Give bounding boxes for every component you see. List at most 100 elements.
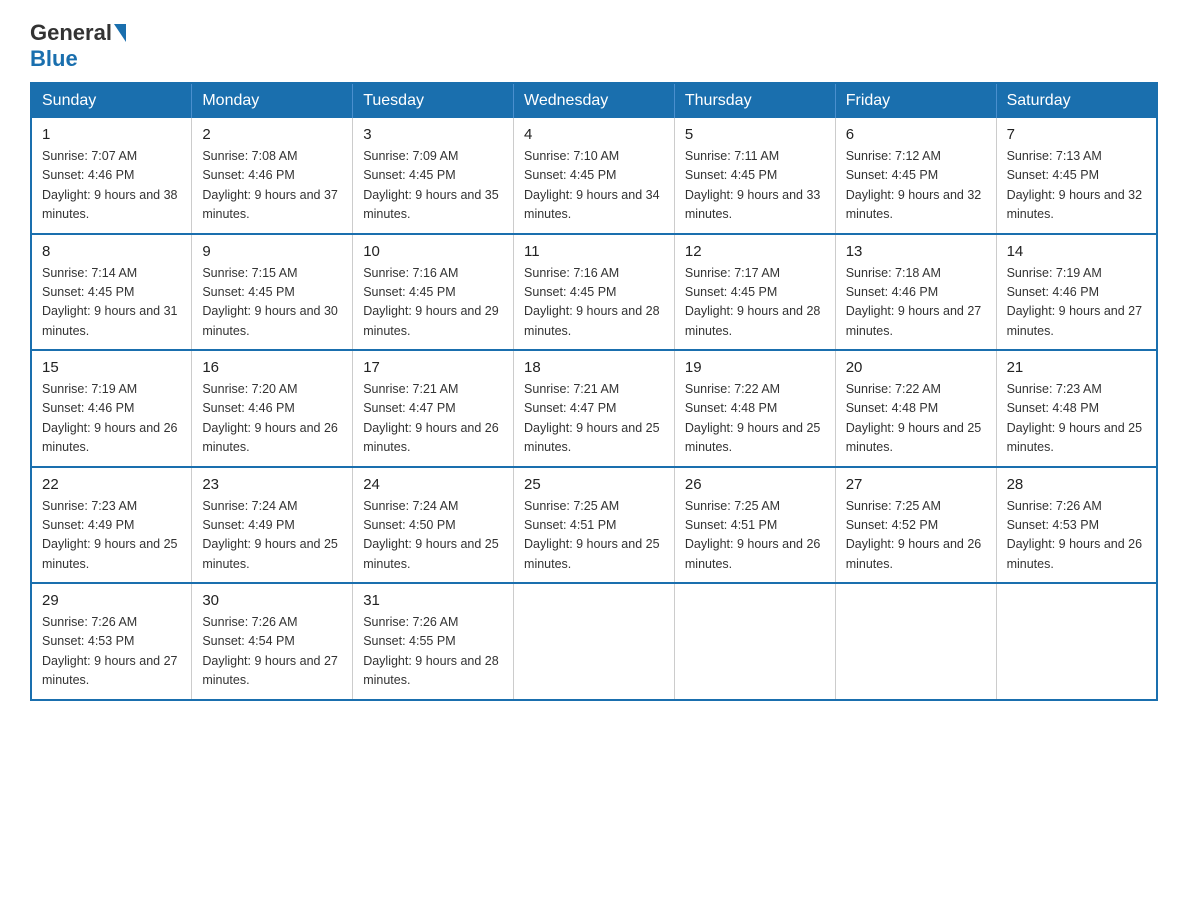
day-info: Sunrise: 7:14 AMSunset: 4:45 PMDaylight:… (42, 264, 181, 342)
day-number: 24 (363, 476, 503, 493)
day-number: 9 (202, 243, 342, 260)
calendar-cell: 27 Sunrise: 7:25 AMSunset: 4:52 PMDaylig… (835, 467, 996, 584)
day-number: 30 (202, 592, 342, 609)
day-info: Sunrise: 7:21 AMSunset: 4:47 PMDaylight:… (363, 380, 503, 458)
calendar-cell: 1 Sunrise: 7:07 AMSunset: 4:46 PMDayligh… (31, 118, 192, 234)
calendar-cell (996, 583, 1157, 700)
calendar-cell: 2 Sunrise: 7:08 AMSunset: 4:46 PMDayligh… (192, 118, 353, 234)
calendar-week-row: 8 Sunrise: 7:14 AMSunset: 4:45 PMDayligh… (31, 234, 1157, 351)
day-number: 31 (363, 592, 503, 609)
day-number: 4 (524, 126, 664, 143)
day-number: 13 (846, 243, 986, 260)
calendar-header-row: SundayMondayTuesdayWednesdayThursdayFrid… (31, 83, 1157, 118)
calendar-cell: 16 Sunrise: 7:20 AMSunset: 4:46 PMDaylig… (192, 350, 353, 467)
calendar-cell: 17 Sunrise: 7:21 AMSunset: 4:47 PMDaylig… (353, 350, 514, 467)
calendar-cell: 15 Sunrise: 7:19 AMSunset: 4:46 PMDaylig… (31, 350, 192, 467)
calendar-cell: 8 Sunrise: 7:14 AMSunset: 4:45 PMDayligh… (31, 234, 192, 351)
day-number: 19 (685, 359, 825, 376)
calendar-cell (514, 583, 675, 700)
day-info: Sunrise: 7:19 AMSunset: 4:46 PMDaylight:… (42, 380, 181, 458)
calendar-cell: 20 Sunrise: 7:22 AMSunset: 4:48 PMDaylig… (835, 350, 996, 467)
weekday-header-saturday: Saturday (996, 83, 1157, 118)
calendar-cell: 22 Sunrise: 7:23 AMSunset: 4:49 PMDaylig… (31, 467, 192, 584)
day-number: 1 (42, 126, 181, 143)
calendar-cell: 4 Sunrise: 7:10 AMSunset: 4:45 PMDayligh… (514, 118, 675, 234)
calendar-cell: 30 Sunrise: 7:26 AMSunset: 4:54 PMDaylig… (192, 583, 353, 700)
day-number: 14 (1007, 243, 1146, 260)
day-number: 27 (846, 476, 986, 493)
weekday-header-sunday: Sunday (31, 83, 192, 118)
logo-general-text: General (30, 20, 112, 46)
day-info: Sunrise: 7:21 AMSunset: 4:47 PMDaylight:… (524, 380, 664, 458)
calendar-cell (835, 583, 996, 700)
day-number: 6 (846, 126, 986, 143)
day-info: Sunrise: 7:25 AMSunset: 4:51 PMDaylight:… (685, 497, 825, 575)
calendar-cell: 13 Sunrise: 7:18 AMSunset: 4:46 PMDaylig… (835, 234, 996, 351)
day-number: 17 (363, 359, 503, 376)
day-number: 23 (202, 476, 342, 493)
day-number: 8 (42, 243, 181, 260)
calendar-cell: 3 Sunrise: 7:09 AMSunset: 4:45 PMDayligh… (353, 118, 514, 234)
day-info: Sunrise: 7:10 AMSunset: 4:45 PMDaylight:… (524, 147, 664, 225)
weekday-header-friday: Friday (835, 83, 996, 118)
calendar-cell: 7 Sunrise: 7:13 AMSunset: 4:45 PMDayligh… (996, 118, 1157, 234)
weekday-header-thursday: Thursday (674, 83, 835, 118)
day-info: Sunrise: 7:13 AMSunset: 4:45 PMDaylight:… (1007, 147, 1146, 225)
day-info: Sunrise: 7:23 AMSunset: 4:49 PMDaylight:… (42, 497, 181, 575)
day-info: Sunrise: 7:15 AMSunset: 4:45 PMDaylight:… (202, 264, 342, 342)
day-number: 2 (202, 126, 342, 143)
day-info: Sunrise: 7:17 AMSunset: 4:45 PMDaylight:… (685, 264, 825, 342)
day-info: Sunrise: 7:25 AMSunset: 4:51 PMDaylight:… (524, 497, 664, 575)
day-info: Sunrise: 7:22 AMSunset: 4:48 PMDaylight:… (846, 380, 986, 458)
day-number: 28 (1007, 476, 1146, 493)
calendar-cell: 24 Sunrise: 7:24 AMSunset: 4:50 PMDaylig… (353, 467, 514, 584)
day-info: Sunrise: 7:16 AMSunset: 4:45 PMDaylight:… (363, 264, 503, 342)
calendar-table: SundayMondayTuesdayWednesdayThursdayFrid… (30, 82, 1158, 701)
day-info: Sunrise: 7:12 AMSunset: 4:45 PMDaylight:… (846, 147, 986, 225)
weekday-header-wednesday: Wednesday (514, 83, 675, 118)
day-info: Sunrise: 7:11 AMSunset: 4:45 PMDaylight:… (685, 147, 825, 225)
calendar-week-row: 15 Sunrise: 7:19 AMSunset: 4:46 PMDaylig… (31, 350, 1157, 467)
day-info: Sunrise: 7:24 AMSunset: 4:50 PMDaylight:… (363, 497, 503, 575)
day-info: Sunrise: 7:18 AMSunset: 4:46 PMDaylight:… (846, 264, 986, 342)
day-info: Sunrise: 7:07 AMSunset: 4:46 PMDaylight:… (42, 147, 181, 225)
logo-triangle-icon (114, 24, 126, 42)
weekday-header-monday: Monday (192, 83, 353, 118)
calendar-week-row: 29 Sunrise: 7:26 AMSunset: 4:53 PMDaylig… (31, 583, 1157, 700)
day-info: Sunrise: 7:09 AMSunset: 4:45 PMDaylight:… (363, 147, 503, 225)
day-number: 18 (524, 359, 664, 376)
calendar-cell: 18 Sunrise: 7:21 AMSunset: 4:47 PMDaylig… (514, 350, 675, 467)
calendar-cell: 10 Sunrise: 7:16 AMSunset: 4:45 PMDaylig… (353, 234, 514, 351)
day-info: Sunrise: 7:26 AMSunset: 4:54 PMDaylight:… (202, 613, 342, 691)
day-number: 7 (1007, 126, 1146, 143)
day-number: 10 (363, 243, 503, 260)
day-info: Sunrise: 7:08 AMSunset: 4:46 PMDaylight:… (202, 147, 342, 225)
day-info: Sunrise: 7:26 AMSunset: 4:53 PMDaylight:… (42, 613, 181, 691)
calendar-cell: 11 Sunrise: 7:16 AMSunset: 4:45 PMDaylig… (514, 234, 675, 351)
calendar-cell: 21 Sunrise: 7:23 AMSunset: 4:48 PMDaylig… (996, 350, 1157, 467)
calendar-cell: 29 Sunrise: 7:26 AMSunset: 4:53 PMDaylig… (31, 583, 192, 700)
day-info: Sunrise: 7:26 AMSunset: 4:55 PMDaylight:… (363, 613, 503, 691)
day-info: Sunrise: 7:23 AMSunset: 4:48 PMDaylight:… (1007, 380, 1146, 458)
day-info: Sunrise: 7:25 AMSunset: 4:52 PMDaylight:… (846, 497, 986, 575)
page-header: General Blue (30, 20, 1158, 72)
calendar-cell: 19 Sunrise: 7:22 AMSunset: 4:48 PMDaylig… (674, 350, 835, 467)
day-number: 5 (685, 126, 825, 143)
day-number: 11 (524, 243, 664, 260)
calendar-cell: 31 Sunrise: 7:26 AMSunset: 4:55 PMDaylig… (353, 583, 514, 700)
calendar-cell: 5 Sunrise: 7:11 AMSunset: 4:45 PMDayligh… (674, 118, 835, 234)
calendar-week-row: 1 Sunrise: 7:07 AMSunset: 4:46 PMDayligh… (31, 118, 1157, 234)
calendar-cell: 14 Sunrise: 7:19 AMSunset: 4:46 PMDaylig… (996, 234, 1157, 351)
day-number: 29 (42, 592, 181, 609)
day-number: 21 (1007, 359, 1146, 376)
logo: General Blue (30, 20, 128, 72)
day-number: 22 (42, 476, 181, 493)
day-info: Sunrise: 7:22 AMSunset: 4:48 PMDaylight:… (685, 380, 825, 458)
calendar-cell: 28 Sunrise: 7:26 AMSunset: 4:53 PMDaylig… (996, 467, 1157, 584)
day-number: 15 (42, 359, 181, 376)
calendar-cell: 25 Sunrise: 7:25 AMSunset: 4:51 PMDaylig… (514, 467, 675, 584)
day-number: 25 (524, 476, 664, 493)
calendar-cell: 9 Sunrise: 7:15 AMSunset: 4:45 PMDayligh… (192, 234, 353, 351)
day-info: Sunrise: 7:20 AMSunset: 4:46 PMDaylight:… (202, 380, 342, 458)
day-info: Sunrise: 7:19 AMSunset: 4:46 PMDaylight:… (1007, 264, 1146, 342)
